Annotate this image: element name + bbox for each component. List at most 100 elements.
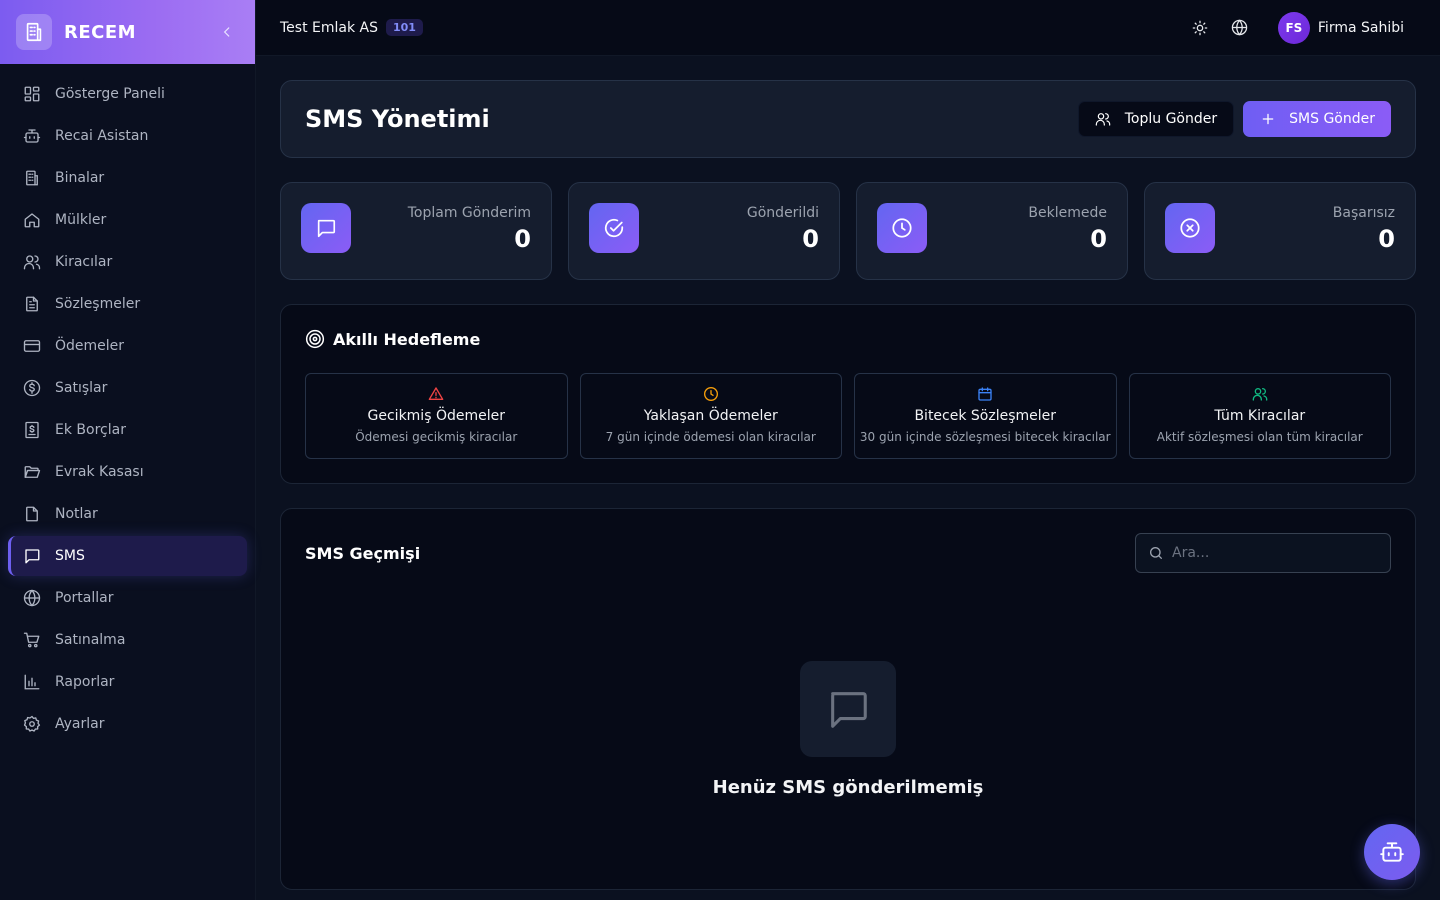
sidebar-item-portals[interactable]: Portallar [8, 578, 247, 618]
brand-header: RECEM [0, 0, 255, 64]
empty-state-text: Henüz SMS gönderilmemiş [712, 777, 984, 798]
dollar-icon [22, 378, 42, 398]
contract-icon [22, 294, 42, 314]
sidebar-item-sales[interactable]: Satışlar [8, 368, 247, 408]
sidebar-item-label: Ayarlar [55, 716, 105, 732]
sidebar-item-label: Mülkler [55, 212, 107, 228]
send-sms-button[interactable]: SMS Gönder [1243, 101, 1391, 137]
company-name: Test Emlak AS [280, 19, 378, 36]
sidebar-item-purchasing[interactable]: Satınalma [8, 620, 247, 660]
target-overdue-payments[interactable]: Gecikmiş Ödemeler Ödemesi gecikmiş kirac… [305, 373, 568, 459]
search-box [1135, 533, 1391, 573]
bulk-send-button[interactable]: Toplu Gönder [1077, 101, 1235, 137]
bot-icon [22, 126, 42, 146]
language-button[interactable] [1220, 8, 1260, 48]
stat-value: 0 [1378, 225, 1395, 253]
stat-value: 0 [1090, 225, 1107, 253]
target-description: Aktif sözleşmesi olan tüm kiracılar [1156, 430, 1363, 444]
sidebar-item-label: Satınalma [55, 632, 126, 648]
company-code-badge: 101 [386, 19, 423, 36]
sidebar-item-label: Notlar [55, 506, 98, 522]
stat-card-sent: Gönderildi 0 [568, 182, 840, 280]
target-title: Bitecek Sözleşmeler [914, 408, 1057, 424]
message-icon [301, 203, 351, 253]
sidebar-item-sms[interactable]: SMS [8, 536, 247, 576]
sidebar-item-document-vault[interactable]: Evrak Kasası [8, 452, 247, 492]
stat-label: Gönderildi [746, 205, 819, 221]
sidebar-item-label: Binalar [55, 170, 105, 186]
calendar-icon [977, 386, 993, 402]
page-header: SMS Yönetimi Toplu Gönder SMS Gönder [280, 80, 1416, 158]
stat-value: 0 [802, 225, 819, 253]
stats-row: Toplam Gönderim 0 Gönderildi 0 Beklemede… [280, 182, 1416, 280]
sidebar-item-notes[interactable]: Notlar [8, 494, 247, 534]
chart-icon [22, 672, 42, 692]
sidebar-item-settings[interactable]: Ayarlar [8, 704, 247, 744]
target-icon [305, 329, 325, 349]
sidebar-item-extra-debts[interactable]: Ek Borçlar [8, 410, 247, 450]
sidebar-item-reports[interactable]: Raporlar [8, 662, 247, 702]
send-sms-label: SMS Gönder [1289, 111, 1375, 127]
stat-card-pending: Beklemede 0 [856, 182, 1128, 280]
sidebar-item-payments[interactable]: Ödemeler [8, 326, 247, 366]
smart-targeting-panel: Akıllı Hedefleme Gecikmiş Ödemeler Ödeme… [280, 304, 1416, 484]
dashboard-icon [22, 84, 42, 104]
sun-icon [1192, 20, 1208, 35]
topbar: Test Emlak AS 101 FS Firma Sahibi [256, 0, 1440, 56]
target-description: 7 gün içinde ödemesi olan kiracılar [605, 430, 816, 444]
sidebar-item-dashboard[interactable]: Gösterge Paneli [8, 74, 247, 114]
target-title: Yaklaşan Ödemeler [643, 408, 778, 424]
target-description: Ödemesi gecikmiş kiracılar [355, 430, 518, 444]
target-title: Gecikmiş Ödemeler [367, 408, 505, 424]
assistant-fab-button[interactable] [1364, 824, 1420, 880]
globe-icon [1232, 19, 1248, 36]
sidebar-nav: Gösterge Paneli Recai Asistan Binalar Mü… [0, 64, 255, 744]
credit-card-icon [22, 336, 42, 356]
check-circle-icon [589, 203, 639, 253]
stat-label: Beklemede [1028, 205, 1107, 221]
clock-icon [703, 386, 719, 402]
bulk-send-label: Toplu Gönder [1124, 111, 1218, 127]
note-icon [22, 504, 42, 524]
warning-icon [428, 386, 444, 402]
folder-icon [22, 462, 42, 482]
message-icon [800, 661, 896, 757]
collapse-sidebar-button[interactable] [215, 20, 239, 44]
theme-toggle-button[interactable] [1180, 8, 1220, 48]
sidebar-item-label: Portallar [55, 590, 114, 606]
building-logo-icon [16, 14, 52, 50]
sidebar-item-label: Gösterge Paneli [55, 86, 165, 102]
stat-value: 0 [514, 225, 531, 253]
search-icon [1148, 545, 1164, 561]
users-icon [1252, 386, 1268, 402]
users-icon [22, 252, 42, 272]
home-icon [22, 210, 42, 230]
stat-card-total: Toplam Gönderim 0 [280, 182, 552, 280]
stat-label: Başarısız [1332, 205, 1395, 221]
search-input[interactable] [1172, 545, 1372, 561]
users-icon [1095, 111, 1111, 127]
sidebar-item-label: SMS [55, 548, 85, 564]
user-name: Firma Sahibi [1317, 19, 1404, 36]
page-title: SMS Yönetimi [305, 105, 490, 133]
user-menu[interactable]: FS Firma Sahibi [1277, 11, 1404, 44]
sidebar-item-label: Ödemeler [55, 338, 125, 354]
sidebar-item-buildings[interactable]: Binalar [8, 158, 247, 198]
sidebar-item-tenants[interactable]: Kiracılar [8, 242, 247, 282]
sidebar-item-assistant[interactable]: Recai Asistan [8, 116, 247, 156]
target-upcoming-payments[interactable]: Yaklaşan Ödemeler 7 gün içinde ödemesi o… [579, 373, 842, 459]
section-title: SMS Geçmişi [305, 543, 421, 563]
sidebar-item-label: Raporlar [55, 674, 115, 690]
sms-history-panel: SMS Geçmişi Henüz SMS gönderilmemiş [280, 508, 1416, 890]
sidebar: RECEM Gösterge Paneli Recai Asistan Bina… [0, 0, 256, 900]
sidebar-item-properties[interactable]: Mülkler [8, 200, 247, 240]
target-all-tenants[interactable]: Tüm Kiracılar Aktif sözleşmesi olan tüm … [1128, 373, 1391, 459]
sidebar-item-contracts[interactable]: Sözleşmeler [8, 284, 247, 324]
main-content: SMS Yönetimi Toplu Gönder SMS Gönder Top… [280, 80, 1416, 890]
plus-icon [1261, 112, 1275, 126]
section-title: Akıllı Hedefleme [333, 329, 481, 349]
target-expiring-contracts[interactable]: Bitecek Sözleşmeler 30 gün içinde sözleş… [854, 373, 1117, 459]
message-icon [22, 546, 42, 566]
sidebar-item-label: Recai Asistan [55, 128, 149, 144]
brand-name: RECEM [64, 21, 137, 43]
